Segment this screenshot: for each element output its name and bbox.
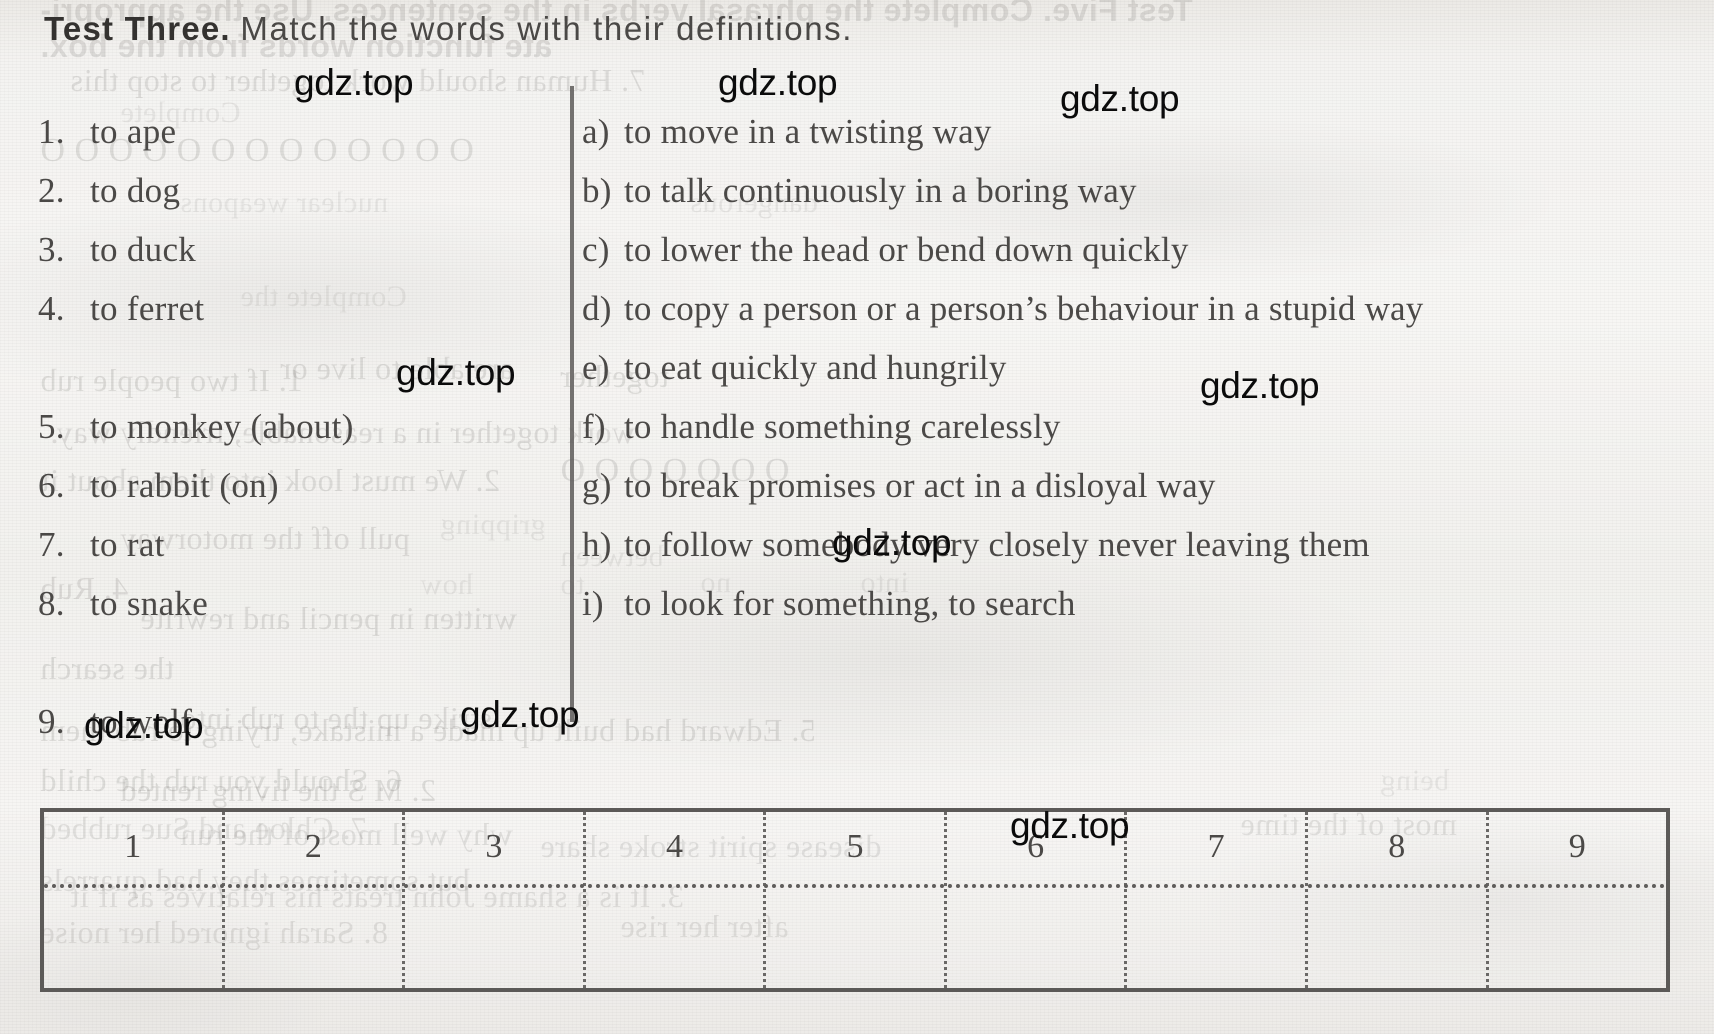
answer-number: 4 xyxy=(665,828,683,865)
definition-item[interactable]: f) to handle something carelessly xyxy=(582,397,1692,456)
word-text: to duck xyxy=(90,230,197,269)
answer-number: 9 xyxy=(1568,828,1586,865)
answer-table-midline xyxy=(44,884,1666,888)
answer-number: 1 xyxy=(124,828,142,865)
word-item[interactable]: 2. to dog xyxy=(38,161,558,220)
word-number: 8. xyxy=(38,584,65,623)
word-item[interactable]: 1. to ape xyxy=(38,102,558,161)
definition-text: to copy a person or a person’s behaviour… xyxy=(624,289,1424,328)
answer-number: 2 xyxy=(304,828,322,865)
definition-text: to handle something carelessly xyxy=(624,407,1061,446)
word-text: to rabbit (on) xyxy=(90,466,279,505)
definition-letter: c) xyxy=(582,230,610,269)
definition-text: to look for something, to search xyxy=(624,584,1076,623)
word-item[interactable]: 3. to duck xyxy=(38,220,558,279)
answer-cell[interactable]: 8 xyxy=(1308,812,1489,988)
definition-item[interactable]: d) to copy a person or a person’s behavio… xyxy=(582,279,1692,338)
definition-item[interactable]: b) to talk continuously in a boring way xyxy=(582,161,1692,220)
word-text: to monkey (about) xyxy=(90,407,354,446)
word-item[interactable]: 8. to snake xyxy=(38,574,558,633)
definition-letter: i) xyxy=(582,584,604,623)
word-item[interactable]: 7. to rat xyxy=(38,515,558,574)
definition-item[interactable]: i) to look for something, to search xyxy=(582,574,1692,633)
definition-letter: h) xyxy=(582,525,612,564)
answer-cell[interactable]: 3 xyxy=(405,812,586,988)
answer-number: 7 xyxy=(1207,828,1225,865)
definition-text: to lower the head or bend down quickly xyxy=(624,230,1189,269)
column-divider xyxy=(570,86,574,722)
test-instruction: Match the words with their definitions. xyxy=(240,10,854,47)
answer-number: 5 xyxy=(846,828,864,865)
definition-item[interactable]: a) to move in a twisting way xyxy=(582,102,1692,161)
word-text: to ape xyxy=(90,112,177,151)
definition-text: to break promises or act in a disloyal w… xyxy=(624,466,1216,505)
word-number: 1. xyxy=(38,112,65,151)
word-text: to ferret xyxy=(90,289,205,328)
word-number: 7. xyxy=(38,525,65,564)
definition-item[interactable]: g) to break promises or act in a disloyal… xyxy=(582,456,1692,515)
definition-letter: e) xyxy=(582,348,610,387)
definitions-column: a) to move in a twisting way b) to talk co… xyxy=(582,102,1692,633)
word-number: 6. xyxy=(38,466,65,505)
page-title: Test Three. Match the words with their d… xyxy=(44,10,853,48)
definition-text: to move in a twisting way xyxy=(624,112,992,151)
word-text: to rat xyxy=(90,525,165,564)
definition-text: to follow somebody very closely never le… xyxy=(624,525,1370,564)
word-item[interactable]: 6. to rabbit (on) xyxy=(38,456,558,515)
word-number: 9. xyxy=(38,702,65,741)
definition-item[interactable]: e) to eat quickly and hungrily xyxy=(582,338,1692,397)
answer-cell[interactable]: 7 xyxy=(1127,812,1308,988)
definition-text: to talk continuously in a boring way xyxy=(624,171,1137,210)
definition-text: to eat quickly and hungrily xyxy=(624,348,1007,387)
answer-cell[interactable]: 6 xyxy=(947,812,1128,988)
word-item[interactable]: 4. to ferret xyxy=(38,279,558,338)
word-text: to wolf xyxy=(90,702,193,741)
words-column: 1. to ape 2. to dog 3. to duck 4. to ferret … xyxy=(38,102,558,751)
definition-letter: g) xyxy=(582,466,612,505)
definition-letter: a) xyxy=(582,112,610,151)
word-text: to dog xyxy=(90,171,181,210)
answer-cell[interactable]: 1 xyxy=(44,812,225,988)
word-number: 2. xyxy=(38,171,65,210)
answer-cell[interactable]: 4 xyxy=(586,812,767,988)
word-item[interactable]: 5. to monkey (about) xyxy=(38,397,558,456)
definition-letter: b) xyxy=(582,171,612,210)
answer-number: 8 xyxy=(1388,828,1406,865)
answer-table: 1 2 3 4 5 6 7 8 9 xyxy=(40,808,1670,992)
word-text: to snake xyxy=(90,584,209,623)
answer-cell[interactable]: 2 xyxy=(225,812,406,988)
word-number: 3. xyxy=(38,230,65,269)
word-number: 5. xyxy=(38,407,65,446)
definition-letter: d) xyxy=(582,289,612,328)
definition-letter: f) xyxy=(582,407,606,446)
definition-item[interactable]: c) to lower the head or bend down quickly xyxy=(582,220,1692,279)
answer-number: 6 xyxy=(1027,828,1045,865)
answer-number: 3 xyxy=(485,828,503,865)
test-label: Test Three. xyxy=(44,10,231,47)
answer-cell[interactable]: 5 xyxy=(766,812,947,988)
answer-cell[interactable]: 9 xyxy=(1489,812,1667,988)
answer-table-columns: 1 2 3 4 5 6 7 8 9 xyxy=(44,812,1666,988)
word-number: 4. xyxy=(38,289,65,328)
word-item[interactable]: 9. to wolf xyxy=(38,692,558,751)
definition-item[interactable]: h) to follow somebody very closely never … xyxy=(582,515,1692,574)
